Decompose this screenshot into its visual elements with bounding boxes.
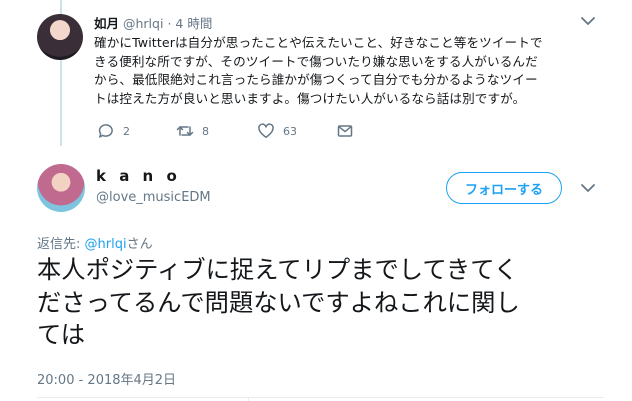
heart-icon (258, 123, 274, 138)
reply-bubble-icon (98, 124, 113, 138)
main-text-line: ては (37, 320, 86, 349)
reply-text-line: きる便利な所ですが、そのツイートで傷ついたり嫌な思いをする人がいるんだ (94, 53, 538, 69)
reply-author-avatar[interactable] (37, 14, 83, 60)
reply-count: 2 (123, 124, 130, 138)
reply-action[interactable]: 2 (97, 122, 130, 140)
main-tweet-text: 本人ポジティブに捉えてリプまでしてきてく ださってるんで問題ないですよねこれに関… (37, 254, 603, 352)
divider-tick (248, 397, 249, 401)
main-author-name[interactable]: k a n o (96, 167, 181, 185)
reply-text-line: から、最低限絶対これ言ったら誰かが傷つくって自分でも分かるようなツイー (94, 72, 538, 88)
main-author-handle[interactable]: @love_musicEDM (96, 190, 211, 205)
envelope-icon (337, 125, 353, 137)
main-author-avatar[interactable] (37, 164, 85, 212)
reply-more-chevron-down-icon[interactable] (579, 14, 597, 28)
replying-to: 返信先: @hrlqiさん (37, 233, 153, 252)
reply-text-line: 確かにTwitterは自分が思ったことや伝えたいこと、好きなこと等をツイートで (94, 35, 543, 50)
main-text-line: 本人ポジティブに捉えてリプまでしてきてく (37, 255, 519, 284)
replying-to-suffix: さん (126, 237, 153, 252)
retweet-count: 8 (202, 124, 209, 138)
reply-tweet-text: 確かにTwitterは自分が思ったことや伝えたいこと、好きなこと等をツイートで … (94, 34, 612, 108)
reply-author-handle[interactable]: @hrlqi (123, 16, 163, 31)
reply-tweet-header: 如月 @hrlqi · 4 時間 (94, 13, 212, 32)
main-text-line: ださってるんで問題ないですよねこれに関し (37, 287, 520, 317)
reply-author-name[interactable]: 如月 (94, 16, 119, 31)
retweet-action[interactable]: 8 (176, 122, 209, 140)
replying-to-prefix: 返信先: (37, 237, 85, 252)
reply-text-line: トは控えた方が良いと思いますよ。傷つけたい人がいるなら話は別ですが。 (94, 90, 526, 106)
header-separator: · (167, 16, 172, 31)
retweet-icon (176, 126, 194, 136)
tweet-timestamp[interactable]: 20:00 - 2018年4月2日 (37, 369, 176, 388)
like-action[interactable]: 63 (257, 122, 297, 140)
divider (37, 397, 604, 398)
main-more-chevron-down-icon[interactable] (579, 181, 597, 195)
like-count: 63 (283, 124, 297, 138)
follow-button[interactable]: フォローする (446, 172, 562, 204)
reply-time-ago[interactable]: 4 時間 (175, 16, 212, 31)
direct-message-action[interactable] (336, 122, 362, 140)
replying-to-handle-link[interactable]: @hrlqi (85, 237, 127, 252)
